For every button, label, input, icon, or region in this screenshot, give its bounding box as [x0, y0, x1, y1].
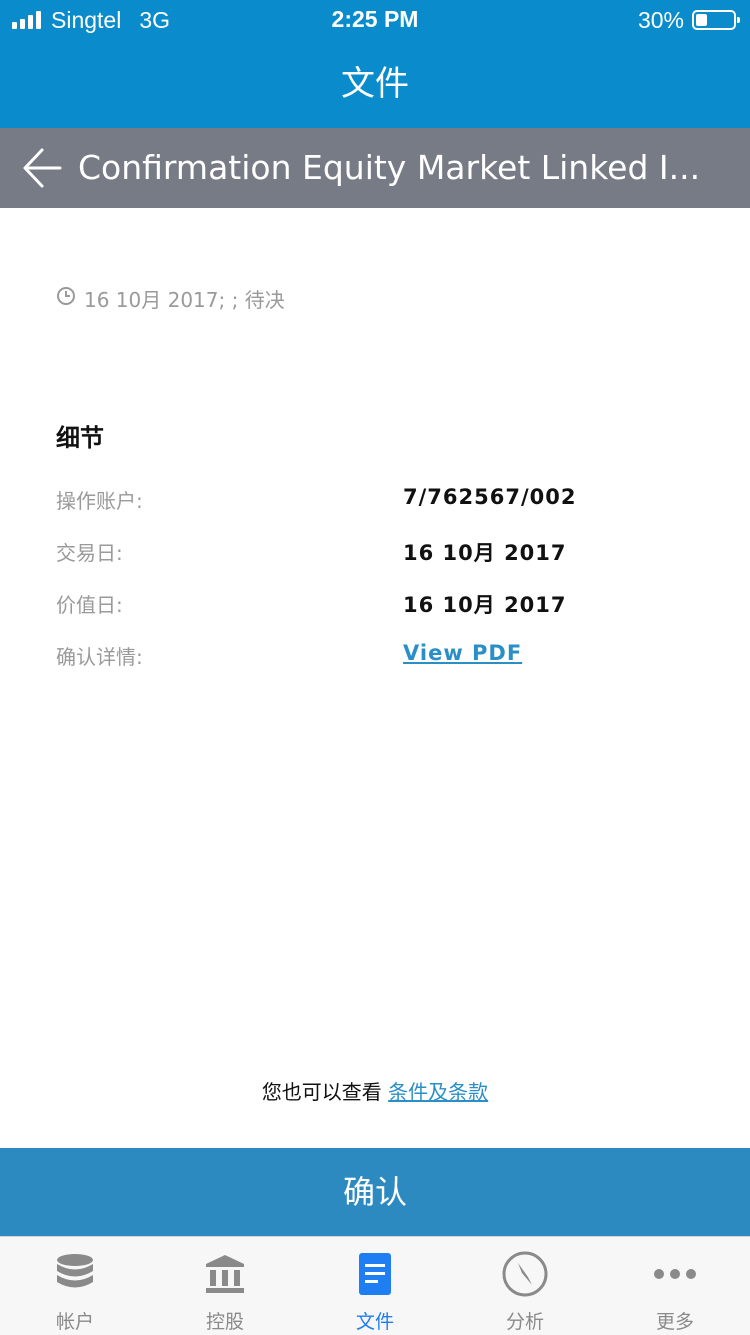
detail-label: 确认详情:: [56, 645, 143, 669]
terms-prefix: 您也可以查看: [261, 1080, 389, 1104]
tab-analysis[interactable]: 分析: [450, 1237, 600, 1335]
detail-row-account: 操作账户: 7/762567/002: [56, 485, 696, 519]
meta-text: 16 10月 2017; ; 待决: [84, 288, 285, 312]
document-title: Confirmation Equity Market Linked I...: [78, 148, 701, 187]
clock-icon: [56, 286, 76, 311]
document-meta: 16 10月 2017; ; 待决: [56, 284, 285, 313]
tab-label: 分析: [505, 1311, 544, 1333]
tab-holdings[interactable]: 控股: [150, 1237, 300, 1335]
document-icon: [352, 1251, 398, 1297]
document-header: Confirmation Equity Market Linked I...: [0, 128, 750, 208]
detail-label: 交易日:: [56, 541, 123, 565]
section-title: 细节: [56, 424, 104, 452]
back-arrow-icon[interactable]: [22, 146, 62, 190]
tab-label: 文件: [355, 1311, 394, 1333]
tab-label: 更多: [655, 1311, 694, 1333]
tab-documents[interactable]: 文件: [300, 1237, 450, 1335]
status-bar: Singtel 3G 2:25 PM 30%: [0, 0, 750, 40]
database-icon: [52, 1251, 98, 1297]
tab-bar: 帐户 控股 文件 分析 更多: [0, 1236, 750, 1335]
terms-notice: 您也可以查看 条件及条款: [0, 1076, 750, 1105]
view-pdf-link[interactable]: View PDF: [403, 641, 522, 665]
status-right: 30%: [637, 6, 740, 34]
bank-icon: [202, 1251, 248, 1297]
detail-label: 价值日:: [56, 593, 123, 617]
detail-value: 16 10月 2017: [403, 593, 567, 617]
detail-label: 操作账户:: [56, 489, 143, 513]
detail-row-trade-date: 交易日: 16 10月 2017: [56, 537, 696, 571]
detail-row-value-date: 价值日: 16 10月 2017: [56, 589, 696, 623]
detail-value: 16 10月 2017: [403, 541, 567, 565]
page-title: 文件: [0, 40, 750, 128]
tab-accounts[interactable]: 帐户: [0, 1237, 150, 1335]
tab-more[interactable]: 更多: [600, 1237, 750, 1335]
terms-link[interactable]: 条件及条款: [388, 1080, 488, 1104]
more-icon: [652, 1251, 698, 1297]
detail-value: 7/762567/002: [403, 485, 577, 509]
battery-percent: 30%: [637, 6, 684, 33]
detail-row-confirmation: 确认详情: View PDF: [56, 641, 696, 675]
tab-label: 控股: [205, 1311, 244, 1333]
battery-icon: [692, 10, 740, 30]
confirm-button[interactable]: 确认: [0, 1148, 750, 1236]
tab-label: 帐户: [55, 1311, 94, 1333]
compass-icon: [502, 1251, 548, 1297]
